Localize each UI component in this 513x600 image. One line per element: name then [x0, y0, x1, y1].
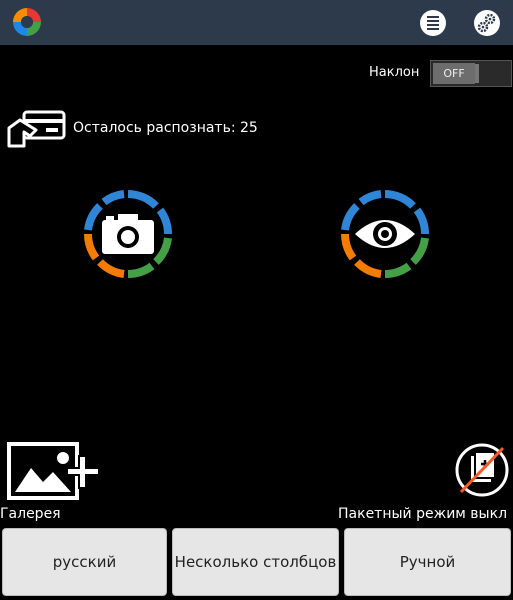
remaining-count: Осталось распознать: 25 [73, 120, 258, 136]
camera-icon [102, 214, 154, 254]
tilt-toggle[interactable]: OFF [430, 60, 512, 87]
gallery-add-icon[interactable] [7, 442, 102, 502]
app-logo-icon[interactable] [11, 6, 43, 38]
toggle-thumb [475, 64, 479, 83]
camera-button[interactable] [80, 186, 176, 282]
columns-button[interactable]: Несколько столбцов [172, 528, 339, 596]
toggle-state-label: OFF [433, 63, 475, 84]
language-button[interactable]: русский [2, 528, 167, 596]
batch-mode-label: Пакетный режим выкл [338, 506, 508, 522]
list-icon[interactable] [418, 8, 448, 38]
gallery-label: Галерея [0, 506, 61, 522]
card-hand-icon [7, 110, 66, 148]
batch-mode-off-icon[interactable] [455, 442, 509, 498]
mode-button[interactable]: Ручной [344, 528, 511, 596]
eye-icon [355, 220, 415, 248]
tilt-label: Наклон [369, 65, 420, 80]
preview-eye-button[interactable] [337, 186, 433, 282]
settings-gears-icon[interactable] [472, 8, 502, 38]
top-bar [0, 0, 513, 45]
